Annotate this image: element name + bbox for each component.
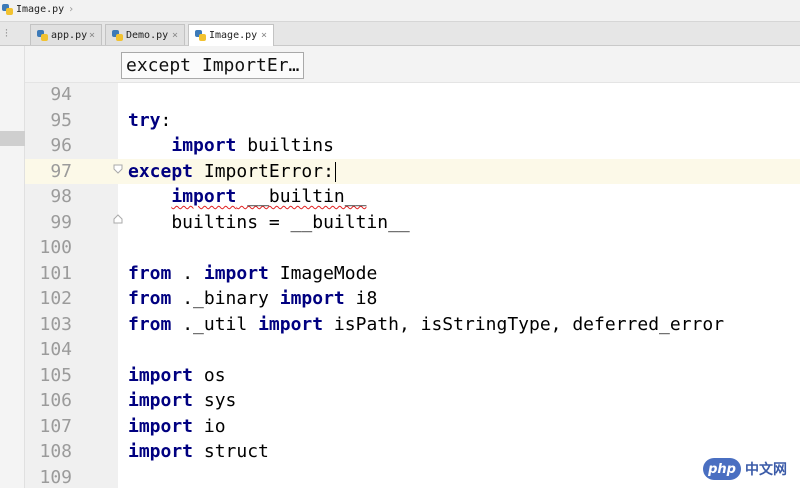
line-number: 97 (25, 159, 72, 185)
close-icon[interactable]: × (89, 30, 95, 41)
code-text[interactable]: try: (128, 108, 171, 134)
code-line[interactable] (25, 82, 800, 108)
code-token: ._util (171, 314, 258, 335)
code-text[interactable]: import os (128, 363, 226, 389)
code-token: . (171, 263, 204, 284)
tab-label: Image.py (209, 30, 257, 41)
code-keyword: import (171, 135, 236, 156)
code-keyword: import (258, 314, 323, 335)
fold-marker-icon[interactable] (113, 164, 123, 174)
code-token: ._binary (171, 288, 279, 309)
breadcrumb-file[interactable]: Image.py (16, 4, 64, 15)
code-token: builtins (236, 135, 334, 156)
code-keyword: import (128, 416, 193, 437)
python-file-icon (37, 30, 48, 41)
line-number: 108 (25, 439, 72, 465)
line-number: 100 (25, 235, 72, 261)
code-keyword: except (128, 161, 193, 182)
code-keyword: import (128, 441, 193, 462)
code-keyword: import (128, 390, 193, 411)
python-file-icon (112, 30, 123, 41)
code-keyword: import (204, 263, 269, 284)
code-token: i8 (345, 288, 378, 309)
navigation-bar: Image.py › (0, 0, 800, 22)
line-number: 94 (25, 82, 72, 108)
fold-marker-icon[interactable] (113, 214, 123, 224)
text-caret (335, 162, 337, 182)
pin-icon[interactable]: ⫶ (5, 27, 8, 41)
code-text[interactable]: import struct (128, 439, 269, 465)
line-number: 106 (25, 388, 72, 414)
code-token (128, 135, 171, 156)
line-number: 101 (25, 261, 72, 287)
line-number: 95 (25, 108, 72, 134)
code-keyword: import (171, 186, 236, 207)
code-text[interactable]: from . import ImageMode (128, 261, 377, 287)
watermark-text: 中文网 (745, 459, 787, 479)
left-strip-marker (0, 131, 25, 146)
line-number: 99 (25, 210, 72, 236)
code-token: sys (193, 390, 236, 411)
code-line[interactable] (25, 465, 800, 490)
code-text[interactable]: from ._util import isPath, isStringType,… (128, 312, 724, 338)
close-icon[interactable]: × (261, 30, 267, 41)
tab-label: app.py (51, 30, 87, 41)
tab-demo-py[interactable]: Demo.py × (105, 24, 185, 45)
code-token: ImportError: (193, 161, 334, 182)
chevron-right-icon: › (68, 4, 74, 15)
code-keyword: try (128, 110, 161, 131)
watermark-badge: php (703, 458, 741, 480)
close-icon[interactable]: × (172, 30, 178, 41)
code-text[interactable]: except ImportError: (128, 159, 336, 185)
code-token: struct (193, 441, 269, 462)
python-file-icon (2, 4, 13, 15)
tab-label: Demo.py (126, 30, 168, 41)
line-number: 104 (25, 337, 72, 363)
code-token: isPath, isStringType, deferred_error (323, 314, 724, 335)
line-number: 96 (25, 133, 72, 159)
code-keyword: from (128, 263, 171, 284)
code-text[interactable]: builtins = __builtin__ (128, 210, 410, 236)
code-token: ImageMode (269, 263, 377, 284)
line-number: 102 (25, 286, 72, 312)
tab-app-py[interactable]: app.py × (30, 24, 102, 45)
line-number: 103 (25, 312, 72, 338)
code-line[interactable] (25, 337, 800, 363)
code-text[interactable]: from ._binary import i8 (128, 286, 377, 312)
editor-tab-bar: ⫶ app.py × Demo.py × Image.py × (0, 22, 800, 46)
code-token: __builtin__ (236, 186, 366, 207)
tab-image-py[interactable]: Image.py × (188, 24, 274, 46)
code-token (128, 186, 171, 207)
code-text[interactable]: import sys (128, 388, 236, 414)
code-text[interactable]: import __builtin__ (128, 184, 366, 210)
structure-hint[interactable]: except ImportEr… (121, 52, 304, 79)
code-keyword: from (128, 314, 171, 335)
watermark-logo: php 中文网 (703, 455, 795, 483)
code-line[interactable] (25, 235, 800, 261)
line-number: 105 (25, 363, 72, 389)
line-number: 98 (25, 184, 72, 210)
code-text[interactable]: import io (128, 414, 226, 440)
line-number: 109 (25, 465, 72, 490)
code-token: : (161, 110, 172, 131)
code-keyword: import (128, 365, 193, 386)
code-keyword: import (280, 288, 345, 309)
line-number: 107 (25, 414, 72, 440)
code-token: io (193, 416, 226, 437)
code-text[interactable]: import builtins (128, 133, 334, 159)
code-token: builtins = __builtin__ (128, 212, 410, 233)
code-token: os (193, 365, 226, 386)
python-file-icon (195, 30, 206, 41)
breadcrumb[interactable]: Image.py › (2, 4, 74, 15)
code-keyword: from (128, 288, 171, 309)
left-tool-strip (0, 46, 25, 488)
